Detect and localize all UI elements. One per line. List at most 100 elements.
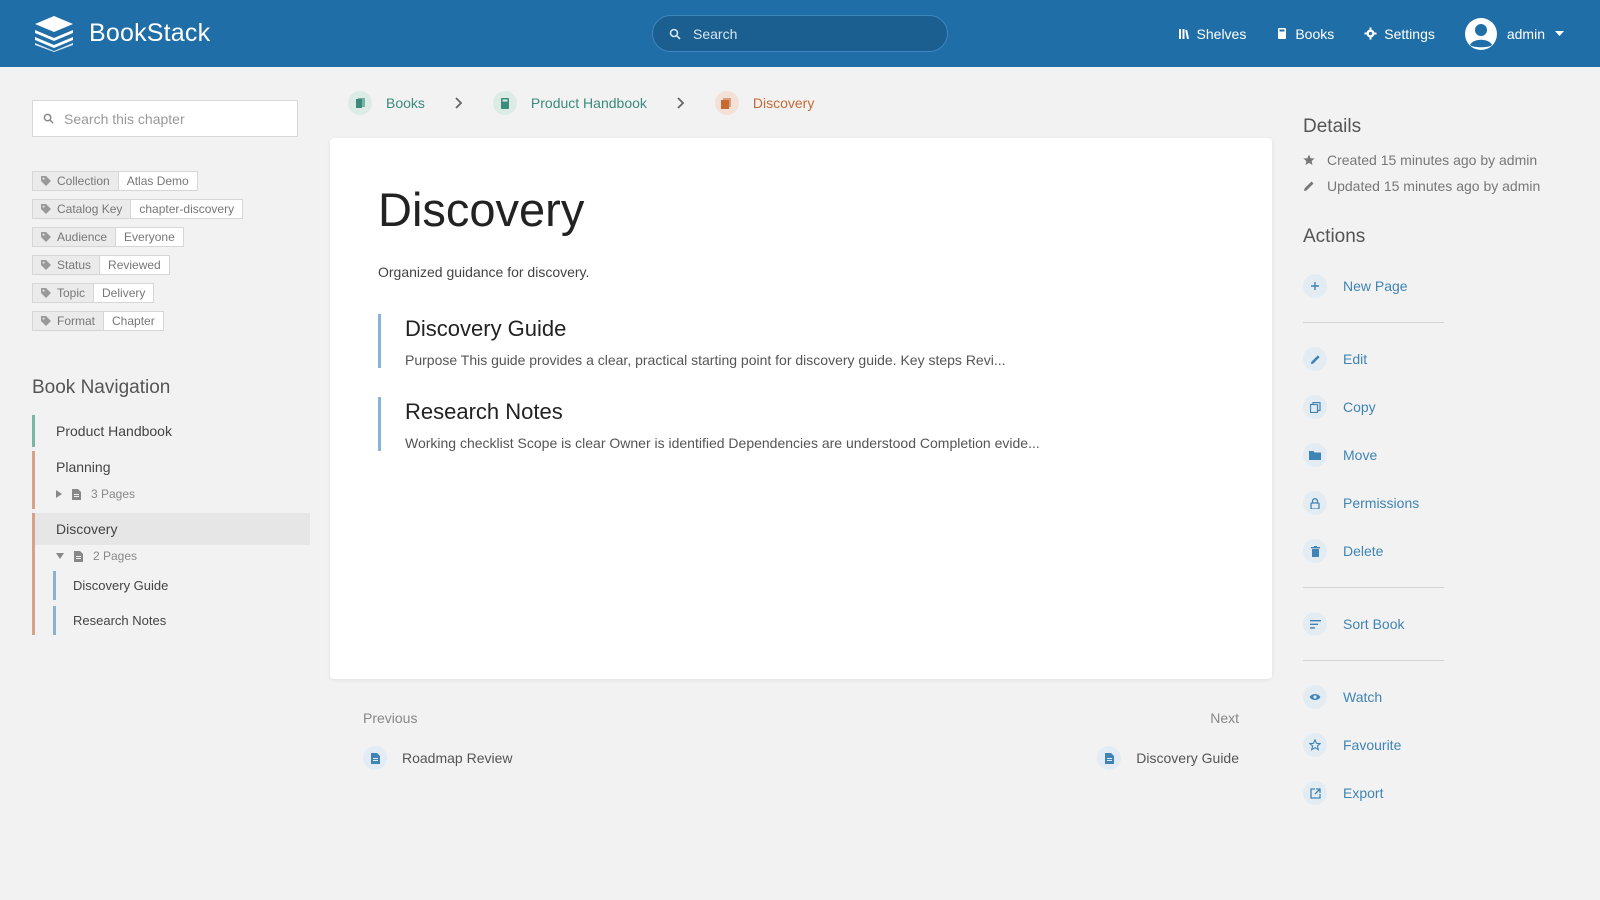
nav-page-link[interactable]: Research Notes bbox=[53, 606, 310, 635]
watch-button[interactable]: Watch bbox=[1303, 673, 1573, 721]
permissions-button[interactable]: Permissions bbox=[1303, 479, 1573, 527]
tag-name-text: Format bbox=[57, 314, 96, 328]
list-item[interactable]: Discovery Guide Purpose This guide provi… bbox=[378, 314, 1218, 368]
entry-title[interactable]: Research Notes bbox=[405, 399, 1218, 425]
chapter-search[interactable] bbox=[32, 100, 298, 137]
tag[interactable]: Topic Delivery bbox=[32, 283, 155, 303]
entry-title[interactable]: Discovery Guide bbox=[405, 316, 1218, 342]
favourite-label: Favourite bbox=[1343, 737, 1402, 753]
tag-icon bbox=[41, 204, 51, 214]
user-menu[interactable]: admin bbox=[1464, 17, 1564, 50]
copy-button[interactable]: Copy bbox=[1303, 383, 1573, 431]
tag-list: Collection Atlas Demo Catalog Key chapte… bbox=[32, 171, 310, 331]
tag-value[interactable]: Chapter bbox=[104, 312, 163, 330]
nav-chapter-planning: Planning 3 Pages bbox=[32, 451, 310, 509]
top-nav: Shelves Books Settings admin bbox=[1178, 0, 1564, 67]
breadcrumb-books[interactable]: Books bbox=[348, 91, 425, 115]
previous-page-title: Roadmap Review bbox=[402, 750, 513, 766]
tag-value[interactable]: Reviewed bbox=[100, 256, 169, 274]
folder-icon bbox=[1303, 443, 1327, 467]
export-label: Export bbox=[1343, 785, 1384, 801]
brand-name: BookStack bbox=[89, 18, 211, 47]
new-page-label: New Page bbox=[1343, 278, 1408, 294]
breadcrumb-book-label: Product Handbook bbox=[530, 95, 647, 111]
nav-page-link[interactable]: Discovery Guide bbox=[53, 571, 310, 600]
plus-icon bbox=[1303, 274, 1327, 298]
breadcrumb-chapter[interactable]: Discovery bbox=[714, 91, 814, 115]
breadcrumb-book[interactable]: Product Handbook bbox=[492, 91, 647, 115]
tag-name[interactable]: Audience bbox=[33, 228, 117, 246]
pencil-icon bbox=[1304, 181, 1314, 191]
move-button[interactable]: Move bbox=[1303, 431, 1573, 479]
tag-name[interactable]: Format bbox=[33, 312, 105, 330]
gear-icon bbox=[1364, 27, 1377, 40]
entry-excerpt: Working checklist Scope is clear Owner i… bbox=[405, 435, 1040, 451]
tag-name-text: Catalog Key bbox=[57, 202, 123, 216]
new-page-button[interactable]: New Page bbox=[1303, 262, 1573, 310]
page-icon bbox=[370, 752, 380, 764]
entry-excerpt: Purpose This guide provides a clear, pra… bbox=[405, 352, 1006, 368]
export-button[interactable]: Export bbox=[1303, 769, 1573, 817]
sort-book-button[interactable]: Sort Book bbox=[1303, 600, 1573, 648]
chapter-icon bbox=[721, 97, 732, 109]
previous-label: Previous bbox=[363, 710, 418, 726]
next-page-link[interactable]: Discovery Guide bbox=[1097, 746, 1239, 770]
tag-value[interactable]: Everyone bbox=[116, 228, 183, 246]
books-icon bbox=[355, 97, 365, 108]
chapter-search-input[interactable] bbox=[64, 110, 284, 127]
page-icon bbox=[72, 488, 81, 500]
eye-icon bbox=[1303, 685, 1327, 709]
delete-label: Delete bbox=[1343, 543, 1384, 559]
tag-icon bbox=[41, 316, 51, 326]
previous-page-link[interactable]: Roadmap Review bbox=[363, 746, 513, 770]
tag[interactable]: Catalog Key chapter-discovery bbox=[32, 199, 244, 219]
app-header: BookStack Shelves Books Settings admin bbox=[0, 0, 1600, 67]
tag-value[interactable]: Delivery bbox=[94, 284, 153, 302]
actions-list: New Page Edit Copy Move Permissions Dele… bbox=[1303, 262, 1573, 817]
chapter-pages-toggle[interactable]: 3 Pages bbox=[35, 483, 310, 509]
tag-name[interactable]: Status bbox=[33, 256, 101, 274]
favourite-button[interactable]: Favourite bbox=[1303, 721, 1573, 769]
chapter-pages-toggle[interactable]: 2 Pages bbox=[35, 545, 310, 571]
updated-text: Updated 15 minutes ago by admin bbox=[1327, 178, 1541, 194]
tag[interactable]: Status Reviewed bbox=[32, 255, 170, 275]
divider bbox=[1303, 587, 1444, 588]
tag-name[interactable]: Topic bbox=[33, 284, 95, 302]
global-search[interactable] bbox=[652, 15, 948, 52]
tag[interactable]: Collection Atlas Demo bbox=[32, 171, 198, 191]
right-sidebar: Details Created 15 minutes ago by admin … bbox=[1303, 116, 1573, 817]
updated-info: Updated 15 minutes ago by admin bbox=[1303, 178, 1573, 194]
divider bbox=[1303, 660, 1444, 661]
tag-name-text: Collection bbox=[57, 174, 110, 188]
watch-label: Watch bbox=[1343, 689, 1383, 705]
nav-settings[interactable]: Settings bbox=[1364, 26, 1435, 42]
trash-icon bbox=[1303, 539, 1327, 563]
edit-button[interactable]: Edit bbox=[1303, 335, 1573, 383]
tag[interactable]: Format Chapter bbox=[32, 311, 164, 331]
nav-books-label: Books bbox=[1295, 25, 1335, 42]
delete-button[interactable]: Delete bbox=[1303, 527, 1573, 575]
tag-name[interactable]: Catalog Key bbox=[33, 200, 132, 218]
brand-link[interactable]: BookStack bbox=[33, 14, 210, 52]
tag[interactable]: Audience Everyone bbox=[32, 227, 184, 247]
breadcrumb: Books Product Handbook Discovery bbox=[348, 90, 814, 116]
lock-icon bbox=[1303, 491, 1327, 515]
global-search-input[interactable] bbox=[693, 25, 933, 42]
tag-value[interactable]: Atlas Demo bbox=[119, 172, 197, 190]
nav-chapter-title[interactable]: Discovery bbox=[35, 513, 310, 545]
nav-shelves[interactable]: Shelves bbox=[1178, 26, 1246, 42]
tag-name[interactable]: Collection bbox=[33, 172, 119, 190]
chevron-right-icon bbox=[455, 97, 463, 109]
copy-icon bbox=[1303, 395, 1327, 419]
nav-book-link[interactable]: Product Handbook bbox=[32, 415, 310, 447]
nav-books[interactable]: Books bbox=[1276, 26, 1334, 42]
tag-icon bbox=[41, 232, 51, 242]
tag-name-text: Status bbox=[57, 258, 92, 272]
nav-chapter-title[interactable]: Planning bbox=[35, 451, 310, 483]
chapter-icon-wrap bbox=[714, 91, 739, 115]
search-icon bbox=[43, 113, 54, 124]
page-title: Discovery bbox=[378, 183, 585, 236]
sort-book-label: Sort Book bbox=[1343, 616, 1405, 632]
list-item[interactable]: Research Notes Working checklist Scope i… bbox=[378, 397, 1218, 451]
tag-value[interactable]: chapter-discovery bbox=[131, 200, 242, 218]
